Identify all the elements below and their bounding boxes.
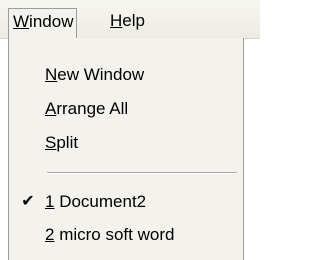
arrange-all-accel: A: [45, 99, 57, 118]
menu-item-document-2[interactable]: 2 micro soft word: [9, 218, 243, 252]
menu-window-label: indow: [29, 12, 74, 31]
menu-bar: Window Help: [0, 0, 260, 39]
document-1-label: Document2: [54, 192, 147, 211]
split-accel: S: [45, 133, 57, 152]
window-dropdown-menu: New Window Arrange All Split ✔ 1 Documen…: [8, 38, 244, 260]
menu-item-split[interactable]: Split: [9, 126, 243, 160]
arrange-all-label: rrange All: [56, 99, 129, 118]
screen: Window Help New Window Arrange All Split…: [0, 0, 260, 260]
menu-item-arrange-all[interactable]: Arrange All: [9, 92, 243, 126]
new-window-accel: N: [45, 65, 58, 84]
new-window-label: ew Window: [57, 65, 145, 84]
menu-separator: [47, 172, 237, 174]
menu-window-accel: W: [13, 12, 30, 31]
menu-help[interactable]: Help: [106, 8, 149, 34]
checkmark-icon: ✔: [21, 193, 35, 210]
menu-help-label: elp: [122, 11, 145, 30]
menu-item-new-window[interactable]: New Window: [9, 58, 243, 92]
document-2-label: micro soft word: [54, 225, 175, 244]
split-label: plit: [56, 133, 79, 152]
menu-window[interactable]: Window: [8, 8, 78, 38]
menu-item-document-1[interactable]: ✔ 1 Document2: [9, 185, 243, 219]
menu-help-accel: H: [110, 11, 123, 30]
